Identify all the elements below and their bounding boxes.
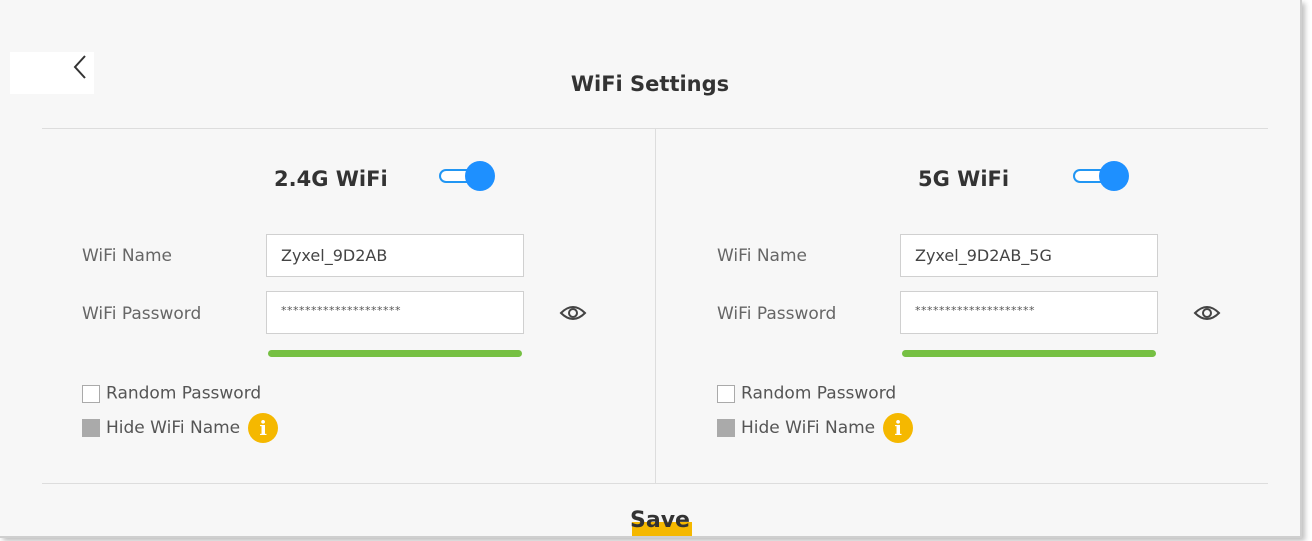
wifi-name-label-5g: WiFi Name xyxy=(717,246,807,266)
toggle-2-4g[interactable] xyxy=(439,161,497,191)
toggle-5g[interactable] xyxy=(1073,161,1131,191)
hide-wifi-name-checkbox-2-4g[interactable]: Hide WiFi Name i xyxy=(82,413,279,443)
save-label: Save xyxy=(630,508,690,533)
divider-bottom xyxy=(42,483,1268,484)
band-title-2-4g: 2.4G WiFi xyxy=(274,167,388,191)
hide-wifi-name-checkbox-5g[interactable]: Hide WiFi Name i xyxy=(717,413,914,443)
checkbox-box xyxy=(82,419,100,437)
random-password-checkbox-2-4g[interactable]: Random Password xyxy=(82,383,261,405)
wifi-password-label-2-4g: WiFi Password xyxy=(82,304,202,324)
page-title: WiFi Settings xyxy=(570,72,730,96)
wifi-name-input-5g[interactable]: Zyxel_9D2AB_5G xyxy=(900,234,1158,277)
wifi-password-input-5g[interactable]: ******************** xyxy=(900,291,1158,334)
hide-wifi-name-label: Hide WiFi Name xyxy=(741,418,876,438)
wifi-settings-panel: WiFi Settings 2.4G WiFi WiFi Name Zyxel_… xyxy=(0,0,1302,538)
divider-center xyxy=(655,129,656,483)
password-strength-bar-2-4g xyxy=(268,350,522,357)
wifi-name-input-2-4g[interactable]: Zyxel_9D2AB xyxy=(266,234,524,277)
wifi-password-label-5g: WiFi Password xyxy=(717,304,837,324)
band-title-5g: 5G WiFi xyxy=(918,167,1010,191)
hide-wifi-name-label: Hide WiFi Name xyxy=(106,418,241,438)
random-password-label: Random Password xyxy=(106,383,262,404)
checkbox-box xyxy=(82,384,100,403)
checkbox-box xyxy=(717,384,735,403)
toggle-knob xyxy=(1099,161,1129,191)
random-password-label: Random Password xyxy=(741,383,897,404)
wifi-password-input-2-4g[interactable]: ******************** xyxy=(266,291,524,334)
random-password-checkbox-5g[interactable]: Random Password xyxy=(717,383,896,405)
password-strength-bar-5g xyxy=(902,350,1156,357)
info-icon[interactable]: i xyxy=(883,413,914,443)
eye-icon[interactable] xyxy=(559,303,587,323)
wifi-name-label-2-4g: WiFi Name xyxy=(82,246,172,266)
save-button[interactable]: Save xyxy=(620,508,700,536)
checkbox-box xyxy=(717,419,735,437)
eye-icon[interactable] xyxy=(1193,303,1221,323)
toggle-knob xyxy=(465,161,495,191)
info-icon[interactable]: i xyxy=(248,413,279,443)
